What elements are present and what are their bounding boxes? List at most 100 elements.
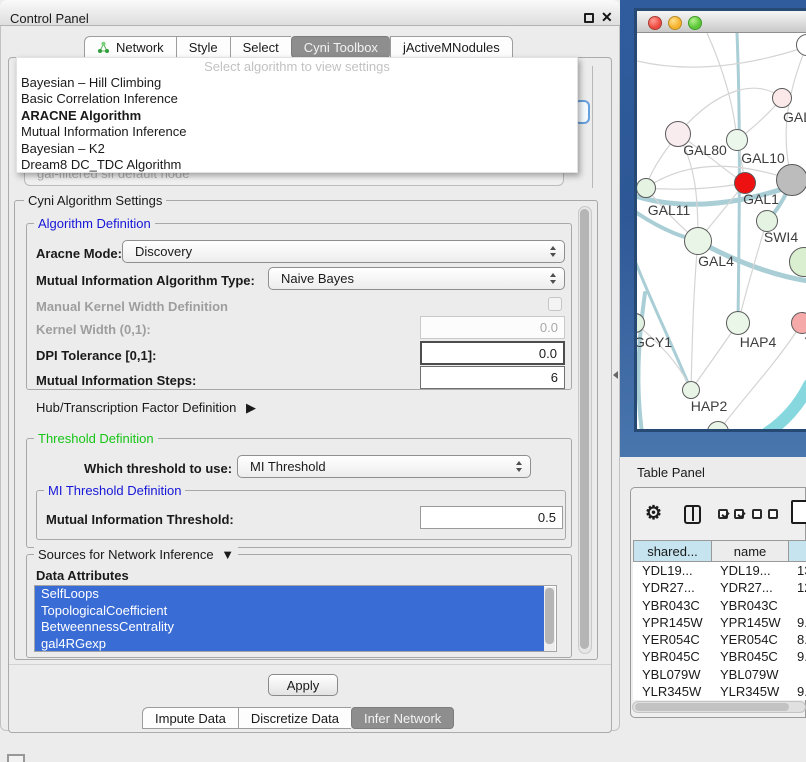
- table-scrollbar-thumb[interactable]: [635, 703, 789, 711]
- panel-splitter-handle[interactable]: [613, 371, 618, 379]
- deselect-all-checkbox-icon[interactable]: [768, 509, 778, 519]
- combo-stepper-icon: [516, 461, 522, 472]
- table-row[interactable]: YBL079WYBL079W: [633, 666, 806, 683]
- table-row[interactable]: YER054CYER054C8.: [633, 631, 806, 648]
- table-row[interactable]: YBR043CYBR043C: [633, 597, 806, 614]
- which-threshold-combo[interactable]: MI Threshold: [237, 455, 531, 478]
- algorithm-popup-list: Bayesian – Hill ClimbingBasic Correlatio…: [17, 75, 577, 173]
- cell: YDL19...: [711, 562, 788, 579]
- cell: YBR043C: [633, 597, 711, 614]
- collapsed-panel-button[interactable]: [7, 754, 25, 762]
- bottom-tab-impute-data[interactable]: Impute Data: [142, 707, 238, 729]
- table-row[interactable]: YBR045CYBR045C9.: [633, 648, 806, 665]
- tab-select[interactable]: Select: [230, 36, 291, 58]
- data-attribute-item-betweennesscentrality[interactable]: BetweennessCentrality: [35, 619, 544, 636]
- data-attribute-item-gal4rgexp[interactable]: gal4RGexp: [35, 636, 544, 652]
- close-window-icon[interactable]: ✕: [601, 9, 613, 26]
- node-label: GCY1: [637, 334, 672, 350]
- mi-steps-field[interactable]: 6: [420, 366, 565, 389]
- which-threshold-label: Which threshold to use:: [84, 461, 232, 476]
- float-window-icon[interactable]: [584, 13, 594, 23]
- data-attributes-list[interactable]: SelfLoopsTopologicalCoefficientBetweenne…: [34, 585, 557, 652]
- expand-arrow-icon[interactable]: ▶: [246, 400, 256, 415]
- aracne-mode-combo[interactable]: Discovery: [122, 240, 565, 263]
- minimize-traffic-light-icon[interactable]: [668, 16, 682, 30]
- cell: 13: [788, 562, 806, 579]
- list-scrollbar[interactable]: [544, 587, 555, 651]
- network-node[interactable]: [776, 164, 806, 196]
- network-node-y[interactable]: [791, 312, 806, 334]
- select-all-checkbox-icon[interactable]: [734, 509, 744, 519]
- hub-definition-section[interactable]: Hub/Transcription Factor Definition ▶: [36, 400, 256, 416]
- table-row[interactable]: YDL19...YDL19...13: [633, 562, 806, 579]
- mi-threshold-label: Mutual Information Threshold:: [46, 512, 234, 527]
- tab-style[interactable]: Style: [176, 36, 230, 58]
- node-label: GAL1: [743, 191, 779, 207]
- cyni-algorithm-settings-title: Cyni Algorithm Settings: [24, 193, 166, 208]
- tab-label: Select: [243, 40, 279, 55]
- algorithm-option-mutual-information-inference[interactable]: Mutual Information Inference: [17, 124, 577, 140]
- data-attribute-item-selfloops[interactable]: SelfLoops: [35, 586, 544, 603]
- new-table-icon[interactable]: [791, 500, 806, 524]
- algorithm-option-aracne-algorithm[interactable]: ARACNE Algorithm: [17, 108, 577, 124]
- table-row[interactable]: YPR145WYPR145W9.: [633, 614, 806, 631]
- network-window-titlebar[interactable]: [637, 11, 806, 33]
- zoom-traffic-light-icon[interactable]: [688, 16, 702, 30]
- node-label: GAL11: [648, 202, 691, 218]
- sources-group-title[interactable]: Sources for Network Inference ▼: [34, 547, 238, 562]
- mi-algorithm-type-label: Mutual Information Algorithm Type:: [36, 273, 255, 288]
- tab-network[interactable]: Network: [84, 36, 176, 58]
- table-settings-gear-icon[interactable]: ⚙: [645, 502, 662, 525]
- algorithm-option-basic-correlation-inference[interactable]: Basic Correlation Inference: [17, 91, 577, 107]
- network-canvas[interactable]: GAL80GALGAL10GAL1GAL11GAL4SWI4GCY1HAP4YH…: [637, 33, 806, 429]
- table-row[interactable]: YLR345WYLR345W9.: [633, 683, 806, 700]
- deselect-all-checkbox-icon[interactable]: [752, 509, 762, 519]
- kernel-width-field[interactable]: 0.0: [420, 316, 565, 339]
- algorithm-option-bayesian-hill-climbing[interactable]: Bayesian – Hill Climbing: [17, 75, 577, 91]
- settings-scrollbar-thumb[interactable]: [580, 209, 589, 649]
- cell: YDL19...: [633, 562, 711, 579]
- cell: 9.: [788, 683, 806, 700]
- select-all-checkbox-icon[interactable]: [718, 509, 728, 519]
- aracne-mode-label: Aracne Mode:: [36, 246, 122, 261]
- cell: YBL079W: [633, 666, 711, 683]
- table-body: YDL19...YDL19...13YDR27...YDR27...12YBR0…: [633, 562, 806, 700]
- table-row[interactable]: YDR27...YDR27...12: [633, 579, 806, 596]
- tab-jactivemnodules[interactable]: jActiveMNodules: [390, 36, 513, 58]
- collapse-arrow-icon[interactable]: ▼: [221, 547, 234, 562]
- network-node-gal11[interactable]: [637, 178, 656, 198]
- network-node-hap2[interactable]: [682, 381, 700, 399]
- network-node-gal[interactable]: [772, 88, 792, 108]
- tab-cyni-toolbox[interactable]: Cyni Toolbox: [291, 36, 390, 58]
- column-selector-icon[interactable]: [684, 505, 701, 524]
- algorithm-option-dream8-dc-tdc-algorithm[interactable]: Dream8 DC_TDC Algorithm: [17, 157, 577, 173]
- bottom-tab-discretize-data[interactable]: Discretize Data: [238, 707, 351, 729]
- column-header-name[interactable]: name: [711, 540, 789, 562]
- table-horizontal-scrollbar[interactable]: [632, 701, 806, 713]
- algorithm-option-bayesian-k2[interactable]: Bayesian – K2: [17, 141, 577, 157]
- network-node-hap4[interactable]: [726, 311, 750, 335]
- mi-algorithm-type-combo[interactable]: Naive Bayes: [268, 267, 565, 290]
- dpi-tolerance-field[interactable]: 0.0: [420, 341, 565, 365]
- cell: YLR345W: [711, 683, 788, 700]
- cell: YLR345W: [633, 683, 711, 700]
- cell: 8.: [788, 631, 806, 648]
- column-header-extra[interactable]: [788, 540, 806, 562]
- settings-scrollbar[interactable]: [578, 206, 592, 654]
- tab-label: Cyni Toolbox: [304, 40, 378, 55]
- node-label: GAL10: [741, 150, 785, 166]
- manual-kernel-width-checkbox[interactable]: [548, 297, 562, 311]
- network-node-gal10[interactable]: [726, 129, 748, 151]
- bottom-tab-infer-network[interactable]: Infer Network: [351, 707, 454, 729]
- apply-button[interactable]: Apply: [268, 674, 338, 696]
- network-node-gal4[interactable]: [684, 227, 712, 255]
- list-scrollbar-thumb[interactable]: [545, 588, 554, 644]
- manual-kernel-width-label: Manual Kernel Width Definition: [36, 299, 228, 314]
- sources-title-text: Sources for Network Inference: [38, 547, 214, 562]
- column-header-shared[interactable]: shared...: [633, 540, 712, 562]
- data-attribute-item-topologicalcoefficient[interactable]: TopologicalCoefficient: [35, 603, 544, 620]
- algorithm-popup-prompt: Select algorithm to view settings: [17, 58, 577, 75]
- close-traffic-light-icon[interactable]: [648, 16, 662, 30]
- mi-threshold-field[interactable]: 0.5: [420, 506, 563, 529]
- cell: [788, 666, 806, 683]
